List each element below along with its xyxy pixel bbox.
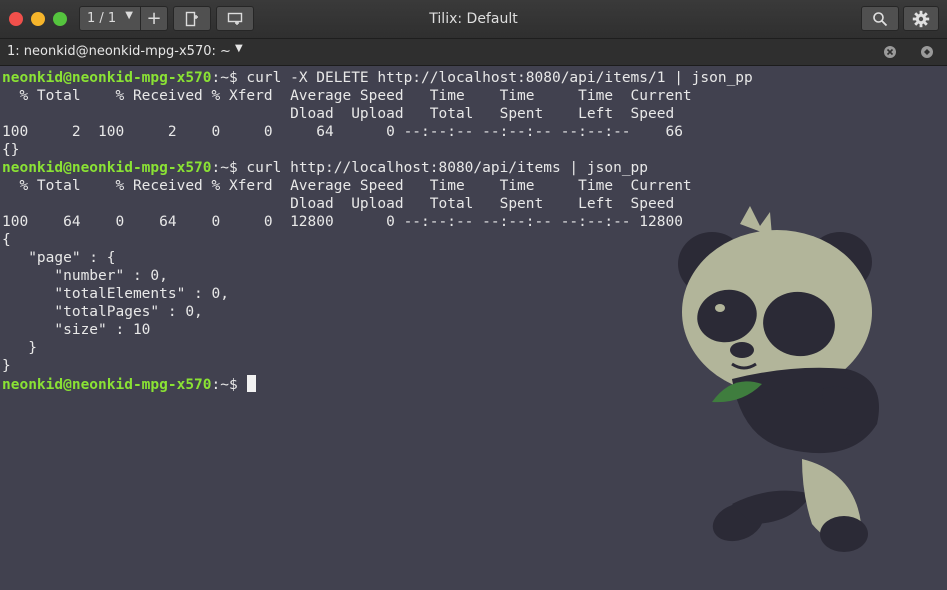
terminal-line-text: 100 2 100 2 0 0 64 0 --:--:-- --:--:-- -… xyxy=(2,124,683,140)
search-icon xyxy=(873,11,888,26)
text-cursor xyxy=(247,375,257,392)
prompt-user-host: neonkid@neonkid-mpg-x570 xyxy=(2,377,212,393)
terminal-output-line: } xyxy=(2,339,753,357)
terminal-output-line: } xyxy=(2,357,753,375)
prompt-user-host: neonkid@neonkid-mpg-x570 xyxy=(2,70,212,86)
terminal-prompt-line: neonkid@neonkid-mpg-x570:~$ xyxy=(2,375,753,393)
terminal-line-text: Dload Upload Total Spent Left Speed xyxy=(2,196,675,212)
terminal-output-line: "size" : 10 xyxy=(2,321,753,339)
terminal-line-text: 100 64 0 64 0 0 12800 0 --:--:-- --:--:-… xyxy=(2,214,683,230)
tab-close-icon[interactable] xyxy=(883,45,897,59)
terminal-line-text: "totalPages" : 0, xyxy=(2,304,203,320)
tab-maximize-icon[interactable] xyxy=(920,45,934,59)
terminal-line-text: {} xyxy=(2,142,20,158)
settings-button[interactable] xyxy=(903,6,939,31)
terminal-line-text: "totalElements" : 0, xyxy=(2,286,229,302)
terminal-line-text: % Total % Received % Xferd Average Speed… xyxy=(2,178,692,194)
terminal-output-line: "totalPages" : 0, xyxy=(2,303,753,321)
title-bar: 1 / 1 ▼ + Tilix: Default xyxy=(0,0,947,39)
terminal-output-line: "page" : { xyxy=(2,249,753,267)
terminal-output-line: { xyxy=(2,231,753,249)
terminal-tab-title[interactable]: 1: neonkid@neonkid-mpg-x570: ~ xyxy=(7,44,231,59)
terminal-view[interactable]: neonkid@neonkid-mpg-x570:~$ curl -X DELE… xyxy=(0,66,947,590)
terminal-line-text: "number" : 0, xyxy=(2,268,168,284)
terminal-output-line: Dload Upload Total Spent Left Speed xyxy=(2,195,753,213)
terminal-output-line: "number" : 0, xyxy=(2,267,753,285)
terminal-prompt-line: neonkid@neonkid-mpg-x570:~$ curl http://… xyxy=(2,159,753,177)
terminal-output-line: % Total % Received % Xferd Average Speed… xyxy=(2,177,753,195)
prompt-user-host: neonkid@neonkid-mpg-x570 xyxy=(2,160,212,176)
terminal-output: neonkid@neonkid-mpg-x570:~$ curl -X DELE… xyxy=(2,69,753,393)
terminal-output-line: 100 2 100 2 0 0 64 0 --:--:-- --:--:-- -… xyxy=(2,123,753,141)
window-title: Tilix: Default xyxy=(429,11,518,27)
terminal-output-line: % Total % Received % Xferd Average Speed… xyxy=(2,87,753,105)
terminal-line-text: % Total % Received % Xferd Average Speed… xyxy=(2,88,692,104)
terminal-output-line: Dload Upload Total Spent Left Speed xyxy=(2,105,753,123)
terminal-line-text: :~$ curl http://localhost:8080/api/items… xyxy=(211,160,649,176)
terminal-line-text: "size" : 10 xyxy=(2,322,151,338)
terminal-line-text: :~$ curl -X DELETE http://localhost:8080… xyxy=(211,70,753,86)
terminal-output-line: "totalElements" : 0, xyxy=(2,285,753,303)
terminal-output-line: 100 64 0 64 0 0 12800 0 --:--:-- --:--:-… xyxy=(2,213,753,231)
terminal-tab-strip: 1: neonkid@neonkid-mpg-x570: ~ ▼ xyxy=(0,39,947,66)
terminal-line-text: { xyxy=(2,232,11,248)
terminal-line-text: } xyxy=(2,340,37,356)
terminal-line-text: :~$ xyxy=(211,377,247,393)
terminal-line-text: Dload Upload Total Spent Left Speed xyxy=(2,106,675,122)
tab-menu-chevron-down-icon[interactable]: ▼ xyxy=(235,43,243,54)
search-button[interactable] xyxy=(861,6,899,31)
gear-icon xyxy=(912,10,930,27)
terminal-line-text: } xyxy=(2,358,11,374)
terminal-prompt-line: neonkid@neonkid-mpg-x570:~$ curl -X DELE… xyxy=(2,69,753,87)
terminal-line-text: "page" : { xyxy=(2,250,116,266)
terminal-output-line: {} xyxy=(2,141,753,159)
